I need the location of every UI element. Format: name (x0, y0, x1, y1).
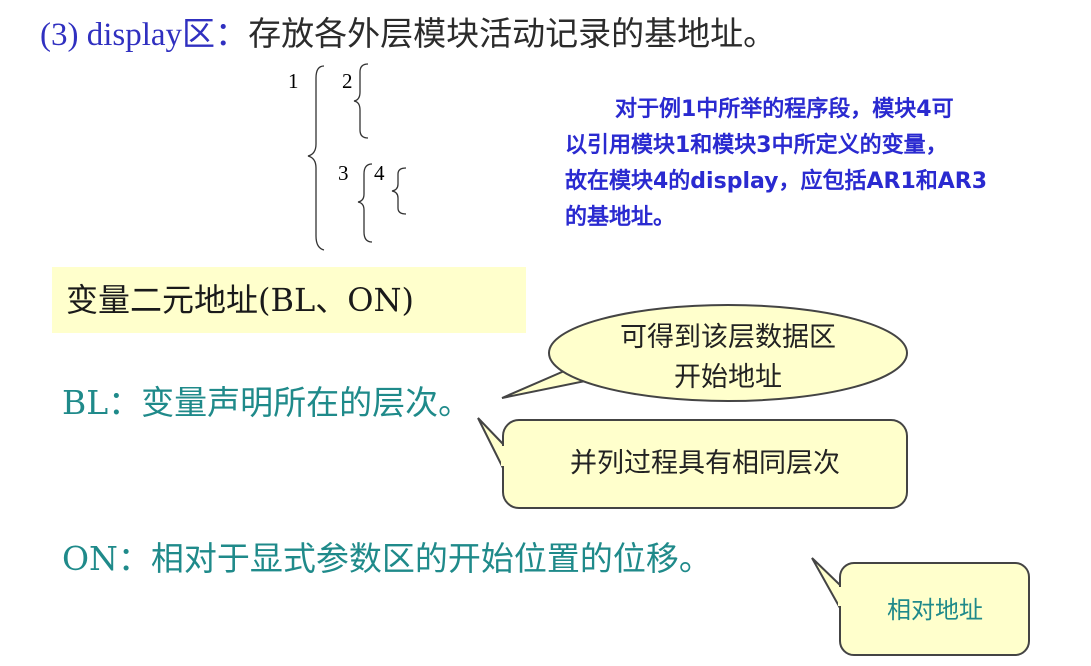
ellipse-callout-text: 可得到该层数据区 开始地址 (560, 318, 896, 398)
ellipse-callout-line2: 开始地址 (674, 362, 782, 393)
box1-callout-text: 并列过程具有相同层次 (570, 448, 840, 479)
box1-callout-tail (477, 417, 504, 469)
on-definition: ON：相对于显式参数区的开始位置的位移。 (62, 539, 712, 578)
box2-callout-tail (811, 557, 841, 609)
bl-definition: BL：变量声明所在的层次。 (62, 383, 472, 422)
box2-callout-text: 相对地址 (887, 596, 983, 624)
ellipse-callout-line1: 可得到该层数据区 (620, 322, 836, 353)
